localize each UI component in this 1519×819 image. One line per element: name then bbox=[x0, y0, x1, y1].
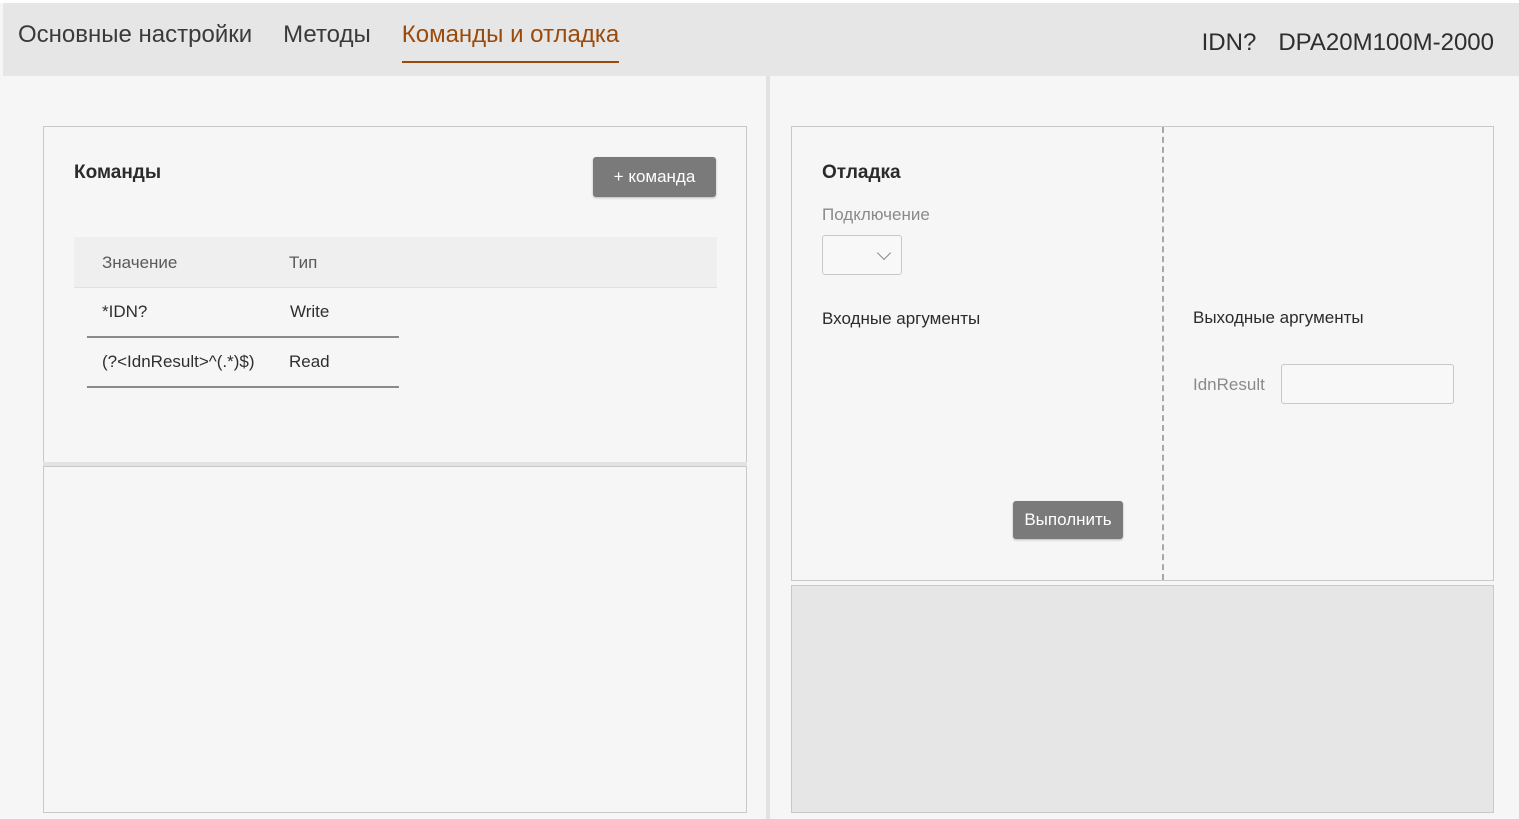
input-args-label: Входные аргументы bbox=[822, 309, 981, 328]
output-arg-name: IdnResult bbox=[1193, 375, 1265, 394]
commands-panel: Команды + команда Значение Тип *IDN? Wri… bbox=[43, 126, 747, 464]
command-value: (?<IdnResult>^(.*)$) bbox=[102, 352, 255, 371]
connection-label: Подключение bbox=[822, 205, 930, 224]
debug-divider bbox=[1162, 127, 1164, 580]
commands-table-header: Значение Тип bbox=[74, 237, 717, 288]
debug-panel: Отладка Подключение Входные аргументы Вы… bbox=[791, 126, 1494, 581]
command-details-panel bbox=[43, 466, 747, 813]
commands-title: Команды bbox=[74, 162, 162, 183]
chevron-down-icon bbox=[876, 245, 892, 261]
table-row[interactable]: (?<IdnResult>^(.*)$) Read bbox=[87, 338, 399, 388]
column-header-type: Тип bbox=[289, 253, 318, 272]
command-type: Read bbox=[289, 352, 330, 371]
table-row[interactable]: *IDN? Write bbox=[87, 288, 399, 338]
tab-commands-debug[interactable]: Команды и отладка bbox=[401, 19, 620, 63]
column-header-value: Значение bbox=[102, 253, 178, 272]
tab-basic-settings[interactable]: Основные настройки bbox=[18, 19, 252, 63]
device-model: DPA20M100M-2000 bbox=[1278, 29, 1494, 56]
top-navigation-bar: Основные настройки Методы Команды и отла… bbox=[3, 3, 1519, 76]
run-button[interactable]: Выполнить bbox=[1013, 501, 1123, 539]
output-args-label: Выходные аргументы bbox=[1193, 308, 1364, 327]
add-command-button[interactable]: + команда bbox=[593, 157, 716, 197]
idn-label: IDN? bbox=[1201, 29, 1257, 56]
debug-title: Отладка bbox=[822, 162, 901, 183]
panel-splitter[interactable] bbox=[766, 76, 770, 819]
device-info: IDN? DPA20M100M-2000 bbox=[1202, 29, 1494, 57]
connection-select[interactable] bbox=[822, 235, 902, 275]
tab-methods[interactable]: Методы bbox=[283, 19, 371, 63]
tab-bar: Основные настройки Методы Команды и отла… bbox=[18, 19, 650, 63]
command-type: Write bbox=[290, 302, 330, 321]
idn-result-field[interactable] bbox=[1281, 364, 1454, 404]
debug-output-panel bbox=[791, 585, 1494, 813]
command-value: *IDN? bbox=[102, 302, 148, 321]
